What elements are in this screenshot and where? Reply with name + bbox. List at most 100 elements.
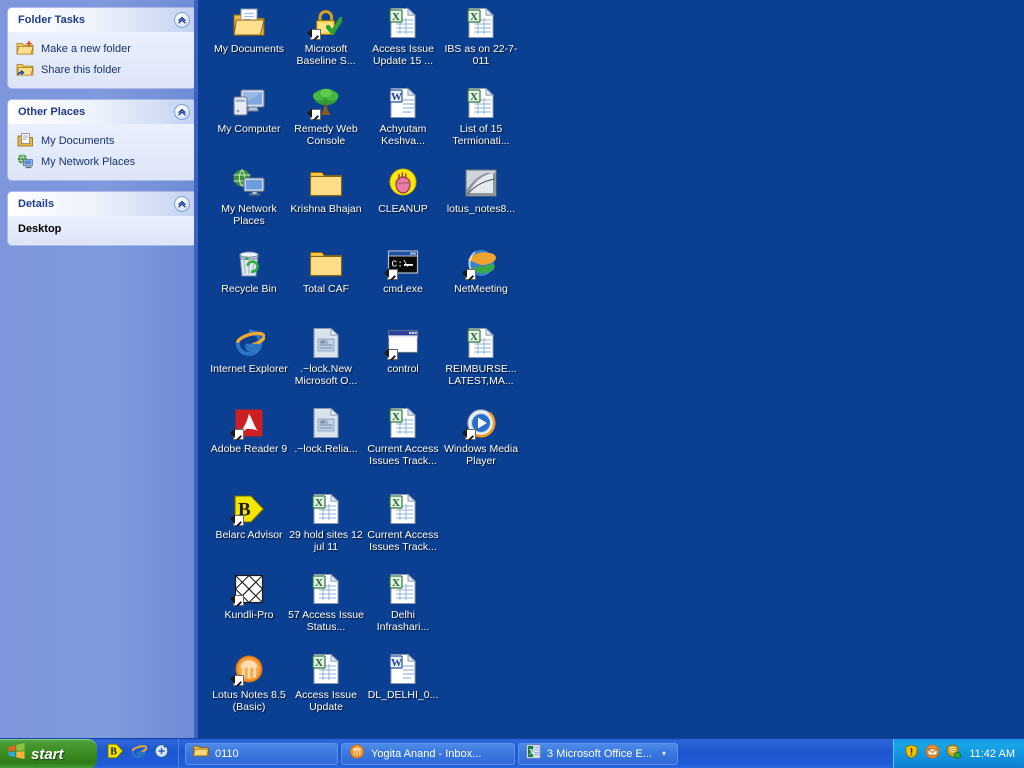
desktop-icon-label: My Computer <box>217 123 281 135</box>
desktop-icon[interactable]: X Delhi Infrashari... <box>364 572 442 633</box>
desktop-icon[interactable]: abc .~lock.New Microsoft O... <box>287 326 365 387</box>
excel-file-icon: X <box>287 572 365 606</box>
desktop-icon[interactable]: X 29 hold sites 12 jul 11 <box>287 492 365 553</box>
desktop-icon[interactable]: NetMeeting <box>442 246 520 295</box>
desktop-icon[interactable]: X 57 Access Issue Status... <box>287 572 365 633</box>
lotus-notes-icon <box>210 652 288 686</box>
desktop-icon[interactable]: X Current Access Issues Track... <box>364 406 442 467</box>
quick-launch-bar: B <box>97 739 179 768</box>
desktop-icon[interactable]: W Achyutam Keshva... <box>364 86 442 147</box>
desktop-icon[interactable]: W DL_DELHI_0... <box>364 652 442 701</box>
excel-file-icon: X <box>526 743 541 764</box>
start-button[interactable]: start <box>0 739 97 768</box>
padlock-icon <box>287 6 365 40</box>
desktop-icon-label: Current Access Issues Track... <box>367 529 439 553</box>
panel-header-other-places[interactable]: Other Places <box>8 100 196 124</box>
panel-details: Details Desktop <box>8 192 196 245</box>
desktop-icon[interactable]: My Network Places <box>210 166 288 227</box>
desktop-icon[interactable]: Microsoft Baseline S... <box>287 6 365 67</box>
desktop-icon[interactable]: Internet Explorer <box>210 326 288 375</box>
excel-file-icon: X <box>364 572 442 606</box>
place-my-documents[interactable]: My Documents <box>16 130 188 151</box>
folder-icon <box>287 246 365 280</box>
task-share-this-folder[interactable]: Share this folder <box>16 59 188 80</box>
desktop-icon-label: Internet Explorer <box>210 363 288 375</box>
desktop-icon-label: List of 15 Termionati... <box>452 123 510 147</box>
my-computer-icon <box>210 86 288 120</box>
desktop-icon[interactable]: X List of 15 Termionati... <box>442 86 520 147</box>
generic-doc-icon: abc <box>287 326 365 360</box>
adobe-reader-icon <box>210 406 288 440</box>
desktop-icon-label: CLEANUP <box>378 203 428 215</box>
svg-text:X: X <box>470 91 478 103</box>
task-make-new-folder[interactable]: Make a new folder <box>16 38 188 59</box>
chevron-up-icon[interactable] <box>174 196 190 212</box>
svg-text:X: X <box>315 497 323 509</box>
desktop-icon-label: Recycle Bin <box>221 283 277 295</box>
svg-text:X: X <box>392 11 400 23</box>
task-label: Make a new folder <box>41 42 131 55</box>
desktop-icon[interactable]: C:\ cmd.exe <box>364 246 442 295</box>
desktop-icon[interactable]: Total CAF <box>287 246 365 295</box>
desktop-icon[interactable]: Krishna Bhajan <box>287 166 365 215</box>
excel-file-icon: X <box>442 6 520 40</box>
desktop-icon[interactable]: Adobe Reader 9 <box>210 406 288 455</box>
task-button-microsoft-office-excel-group[interactable]: X 3 Microsoft Office E... ▾ <box>518 742 678 765</box>
desktop-icon[interactable]: B Belarc Advisor <box>210 492 288 541</box>
desktop-icon[interactable]: lotus_notes8... <box>442 166 520 215</box>
generic-doc-icon: abc <box>287 406 365 440</box>
taskbar-clock[interactable]: 11:42 AM <box>969 748 1015 760</box>
desktop-icon[interactable]: CLEANUP <box>364 166 442 215</box>
desktop-icon-label: Achyutam Keshva... <box>379 123 427 147</box>
desktop-icon[interactable]: Lotus Notes 8.5 (Basic) <box>210 652 288 713</box>
mail-envelope-icon[interactable] <box>925 744 940 764</box>
kundli-grid-icon <box>210 572 288 606</box>
desktop-icon[interactable]: Recycle Bin <box>210 246 288 295</box>
network-shield-icon[interactable] <box>946 743 962 764</box>
network-places-icon <box>16 153 34 170</box>
desktop-icon[interactable]: X Access Issue Update 15 ... <box>364 6 442 67</box>
desktop-icon-label: Total CAF <box>302 283 350 295</box>
desktop-icon-label: control <box>387 363 419 375</box>
desktop-icon[interactable]: X Current Access Issues Track... <box>364 492 442 553</box>
explorer-task-pane: Folder Tasks Make a new folder Share thi… <box>0 0 198 738</box>
chevron-up-icon[interactable] <box>174 104 190 120</box>
show-desktop-icon[interactable] <box>153 743 170 764</box>
svg-text:X: X <box>315 577 323 589</box>
recycle-bin-icon <box>210 246 288 280</box>
svg-text:W: W <box>391 91 402 103</box>
desktop-icon[interactable]: My Computer <box>210 86 288 135</box>
windows-flag-icon <box>7 743 26 765</box>
desktop-icon-label: 57 Access Issue Status... <box>288 609 364 633</box>
svg-text:W: W <box>391 657 402 669</box>
desktop-icon[interactable]: My Documents <box>210 6 288 55</box>
desktop-icon-label: .~lock.Relia... <box>294 443 358 455</box>
panel-header-details[interactable]: Details <box>8 192 196 216</box>
desktop-icon[interactable]: Remedy Web Console <box>287 86 365 147</box>
desktop-icon[interactable]: Kundli-Pro <box>210 572 288 621</box>
internet-explorer-icon[interactable] <box>130 743 148 764</box>
my-documents-icon <box>16 132 34 149</box>
desktop-icon-label: My Network Places <box>221 203 277 227</box>
chevron-up-icon[interactable] <box>174 12 190 28</box>
desktop-icon-label: Lotus Notes 8.5 (Basic) <box>212 689 286 713</box>
shortcut-arrow-icon <box>387 349 398 360</box>
place-my-network-places[interactable]: My Network Places <box>16 151 188 172</box>
task-button-0110[interactable]: 0110 <box>185 742 338 765</box>
security-shield-icon[interactable] <box>904 744 919 764</box>
task-button-yogita-anand-inbox[interactable]: Yogita Anand - Inbox... <box>341 742 515 765</box>
panel-header-folder-tasks[interactable]: Folder Tasks <box>8 8 196 32</box>
svg-text:X: X <box>470 331 478 343</box>
belarc-icon[interactable]: B <box>107 743 124 764</box>
panel-folder-tasks: Folder Tasks Make a new folder Share thi… <box>8 8 196 88</box>
window-icon <box>364 326 442 360</box>
chevron-down-icon[interactable]: ▾ <box>662 749 666 758</box>
desktop-icon[interactable]: Windows Media Player <box>442 406 520 467</box>
desktop-icon[interactable]: X Access Issue Update <box>287 652 365 713</box>
desktop-icon[interactable]: X IBS as on 22-7-011 <box>442 6 520 67</box>
desktop-icon[interactable]: abc .~lock.Relia... <box>287 406 365 455</box>
desktop-icon-label: Belarc Advisor <box>215 529 283 541</box>
belarc-icon: B <box>210 492 288 526</box>
desktop-icon[interactable]: control <box>364 326 442 375</box>
desktop-icon[interactable]: X REIMBURSE... LATEST,MA... <box>442 326 520 387</box>
